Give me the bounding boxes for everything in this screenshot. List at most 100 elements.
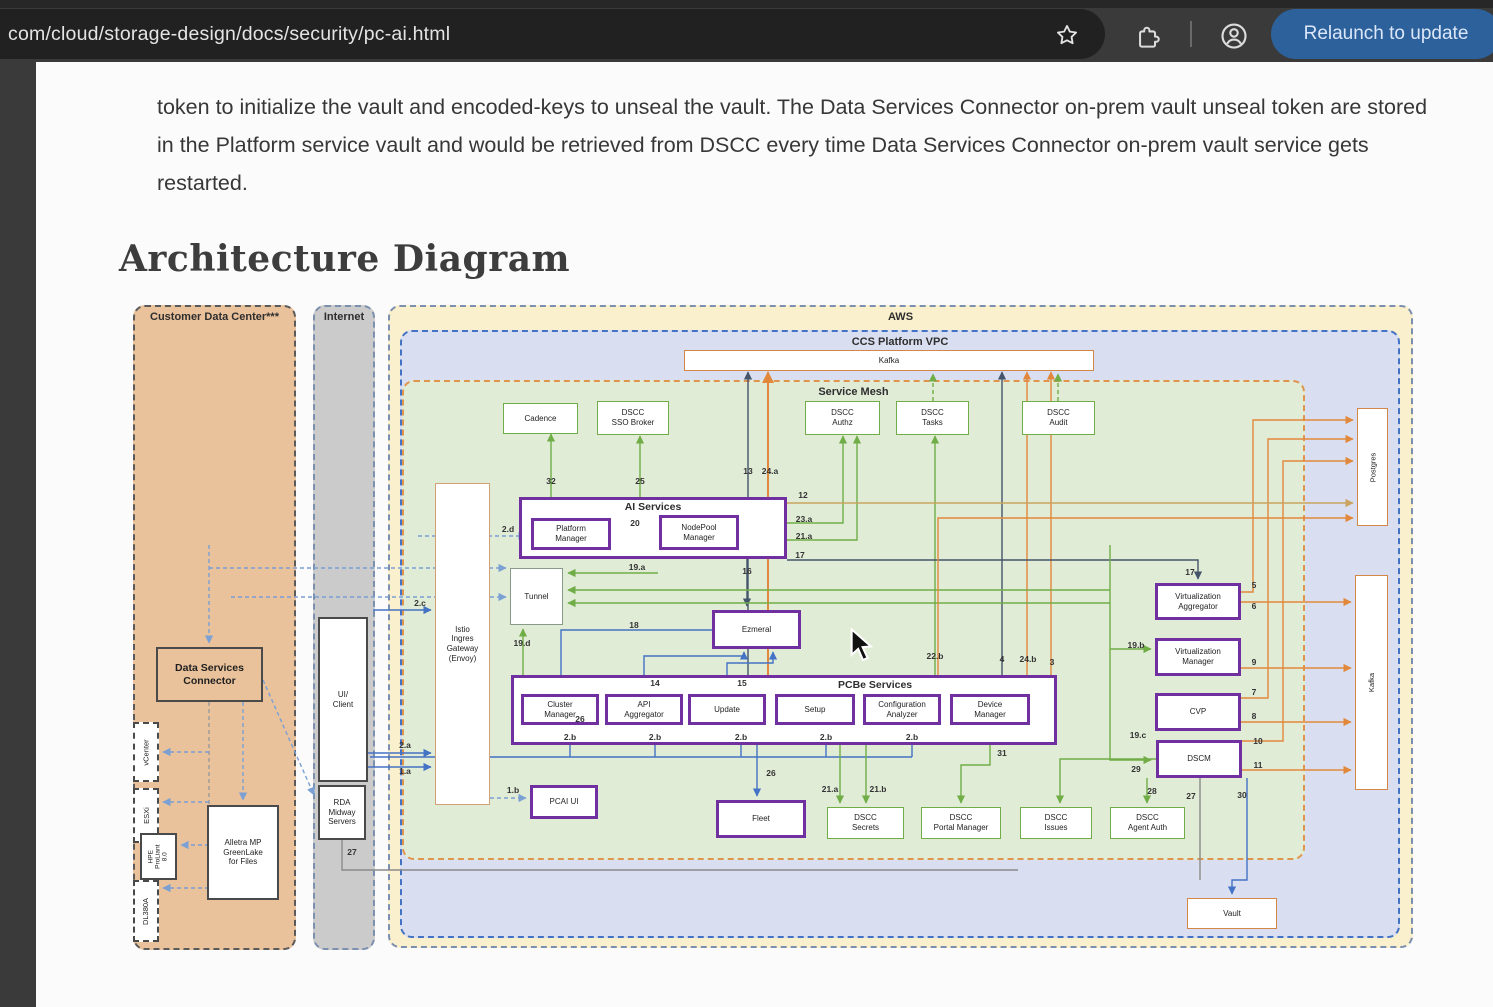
node-label-dscc-tasks: DSCC Tasks <box>921 408 944 427</box>
node-label-postgres: Postgres <box>1368 452 1377 482</box>
node-dscc-sso-broker: DSCC SSO Broker <box>597 401 669 435</box>
edge <box>787 560 1198 579</box>
node-label-ui-client: UI/ Client <box>333 690 353 709</box>
node-ezmeral: Ezmeral <box>712 610 801 649</box>
node-label-dscc-sso-broker: DSCC SSO Broker <box>612 408 655 427</box>
node-label-dscc-portal-manager: DSCC Portal Manager <box>934 813 989 832</box>
node-label-tunnel: Tunnel <box>524 592 548 602</box>
node-dscc-agent-auth: DSCC Agent Auth <box>1110 807 1185 839</box>
node-label-dscc-audit: DSCC Audit <box>1047 408 1070 427</box>
node-data-services-connector: Data Services Connector <box>156 647 263 702</box>
body-paragraph: token to initialize the vault and encode… <box>157 88 1437 202</box>
edge-label-12: 12 <box>798 490 807 500</box>
node-label-cvp: CVP <box>1190 707 1206 717</box>
node-platform-manager: Platform Manager <box>531 518 611 550</box>
node-label-kafka-right: Kafka <box>1367 673 1376 692</box>
edge-label-29: 29 <box>1131 764 1140 774</box>
node-nodepool-manager: NodePool Manager <box>659 515 739 550</box>
node-label-data-services-connector: Data Services Connector <box>175 662 244 687</box>
node-postgres: Postgres <box>1357 408 1388 526</box>
edge-label-3: 3 <box>1050 657 1055 667</box>
node-dscc-portal-manager: DSCC Portal Manager <box>921 807 1001 839</box>
node-kafka-right: Kafka <box>1355 575 1388 790</box>
edge-label-6: 6 <box>1252 601 1257 611</box>
edge-label-21.b: 21.b <box>869 784 886 794</box>
edge <box>961 745 990 803</box>
node-api-aggregator: API Aggregator <box>605 694 683 725</box>
edge-label-8: 8 <box>1252 711 1257 721</box>
edge-label-2.c: 2.c <box>414 598 426 608</box>
edge-label-26: 26 <box>766 768 775 778</box>
node-label-vcenter: vCenter <box>142 739 151 765</box>
node-label-fleet: Fleet <box>752 814 770 824</box>
edge <box>787 436 843 523</box>
url-text[interactable]: com/cloud/storage-design/docs/security/p… <box>0 23 450 46</box>
edge-label-15: 15 <box>737 678 746 688</box>
edge-label-2.b: 2.b <box>649 732 661 742</box>
edge-label-2.a: 2.a <box>399 740 411 750</box>
node-label-alletra: Alletra MP GreenLake for Files <box>223 838 263 867</box>
node-dscc-authz: DSCC Authz <box>805 401 880 435</box>
node-label-update: Update <box>714 705 740 715</box>
edge-label-17: 17 <box>795 550 804 560</box>
profile-icon[interactable] <box>1215 17 1252 54</box>
node-rda-midway-servers: RDA Midway Servers <box>318 785 366 840</box>
edge-label-22.b: 22.b <box>926 651 943 661</box>
extensions-icon[interactable] <box>1130 18 1166 54</box>
bookmark-star-icon[interactable] <box>1049 17 1085 53</box>
node-dscm: DSCM <box>1156 740 1242 778</box>
edge-label-30: 30 <box>1237 790 1246 800</box>
node-alletra: Alletra MP GreenLake for Files <box>207 805 279 900</box>
edge-label-21.a: 21.a <box>796 531 813 541</box>
edge-label-27: 27 <box>1186 791 1195 801</box>
node-virtualization-aggregator: Virtualization Aggregator <box>1155 583 1241 620</box>
relaunch-button[interactable]: Relaunch to update <box>1271 9 1493 59</box>
node-dscc-audit: DSCC Audit <box>1022 401 1095 435</box>
node-label-platform-manager: Platform Manager <box>555 524 587 543</box>
node-label-configuration-analyzer: Configuration Analyzer <box>878 700 926 719</box>
window-top-edge <box>0 0 1493 8</box>
node-update: Update <box>688 694 766 725</box>
node-cluster-manager: Cluster Manager <box>521 694 599 725</box>
url-bar[interactable]: com/cloud/storage-design/docs/security/p… <box>0 9 1105 59</box>
edge-label-19.d: 19.d <box>513 638 530 648</box>
node-dl380a: DL380A <box>133 880 159 942</box>
node-cvp: CVP <box>1155 693 1241 731</box>
page-heading: Architecture Diagram <box>119 238 570 280</box>
node-label-virtualization-aggregator: Virtualization Aggregator <box>1175 592 1221 611</box>
edge-label-20: 20 <box>630 518 639 528</box>
node-vcenter: vCenter <box>133 722 159 782</box>
edge-label-23.a: 23.a <box>796 514 813 524</box>
node-label-ai-services: AI Services <box>522 501 784 514</box>
edge-label-2.b: 2.b <box>906 732 918 742</box>
edge-label-27: 27 <box>347 847 356 857</box>
edge-label-10: 10 <box>1253 736 1262 746</box>
node-kafka-top: Kafka <box>684 350 1094 371</box>
toolbar-separator <box>1190 21 1192 47</box>
node-pcai-ui: PCAI UI <box>530 785 598 819</box>
node-ui-client: UI/ Client <box>318 617 368 782</box>
edge-label-18: 18 <box>629 620 638 630</box>
node-device-manager: Device Manager <box>950 694 1030 725</box>
edge-label-24.b: 24.b <box>1019 654 1036 664</box>
node-label-dscc-issues: DSCC Issues <box>1044 813 1067 832</box>
node-label-pcbe-services: PCBe Services <box>838 679 912 692</box>
edge-label-16: 16 <box>742 566 751 576</box>
node-label-cadence: Cadence <box>524 414 556 424</box>
edge-label-31: 31 <box>997 748 1006 758</box>
edge-label-19.c: 19.c <box>1130 730 1147 740</box>
edge-label-4: 4 <box>1000 654 1005 664</box>
browser-toolbar: com/cloud/storage-design/docs/security/p… <box>0 0 1493 62</box>
architecture-diagram: Customer Data Center***InternetAWSCCS Pl… <box>118 295 1418 963</box>
node-label-esxi: ESXi <box>142 807 151 824</box>
node-fleet: Fleet <box>716 800 806 838</box>
node-cadence: Cadence <box>503 403 578 434</box>
edge-label-2.b: 2.b <box>564 732 576 742</box>
node-istio-ingress-gateway: Istio Ingres Gateway (Envoy) <box>435 483 490 805</box>
node-label-dscc-secrets: DSCC Secrets <box>852 813 879 832</box>
edge-label-13: 13 <box>743 466 752 476</box>
edge-label-17: 17 <box>1185 567 1194 577</box>
edge-label-19.b: 19.b <box>1127 640 1144 650</box>
edge-label-24.a: 24.a <box>762 466 779 476</box>
edge <box>342 840 1018 870</box>
